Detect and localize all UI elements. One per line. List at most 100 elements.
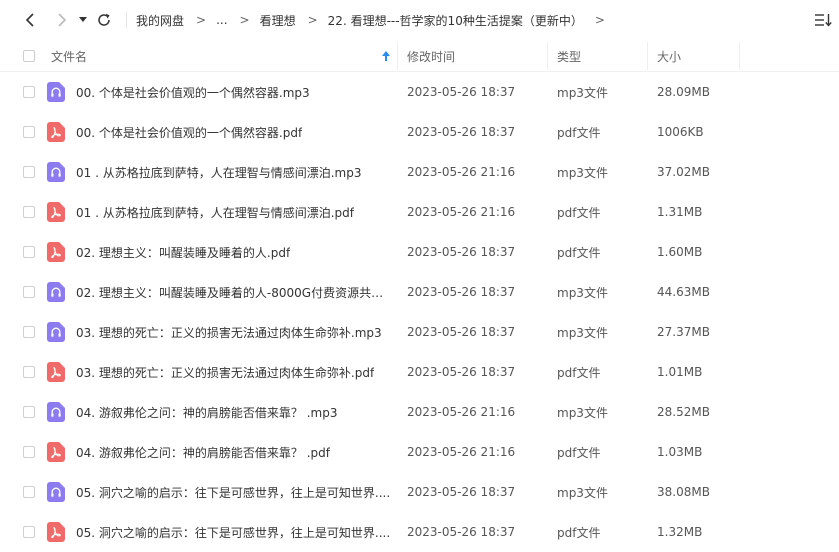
file-size: 1006KB	[657, 125, 704, 139]
refresh-button[interactable]	[94, 10, 114, 30]
file-type: pdf文件	[557, 365, 601, 380]
audio-file-icon	[47, 162, 65, 182]
file-row[interactable]: 01 . 从苏格拉底到萨特，人在理智与情感间漂泊.mp3 2023-05-26 …	[0, 152, 839, 192]
file-name[interactable]: 03. 理想的死亡：正义的损害无法通过肉体生命弥补.pdf	[76, 352, 394, 392]
file-row[interactable]: 01 . 从苏格拉底到萨特，人在理智与情感间漂泊.pdf 2023-05-26 …	[0, 192, 839, 232]
column-header-modified[interactable]: 修改时间	[407, 40, 455, 72]
pdf-file-icon	[47, 202, 65, 222]
file-row[interactable]: 02. 理想主义：叫醒装睡及睡着的人.pdf 2023-05-26 18:37 …	[0, 232, 839, 272]
arrow-up-icon	[382, 51, 390, 61]
breadcrumb-parent[interactable]: 看理想	[260, 12, 296, 29]
file-row[interactable]: 04. 游叙弗伦之问：神的肩膀能否借来靠？ .pdf 2023-05-26 21…	[0, 432, 839, 472]
file-name[interactable]: 03. 理想的死亡：正义的损害无法通过肉体生命弥补.mp3	[76, 312, 394, 352]
file-type: pdf文件	[557, 125, 601, 140]
select-all-checkbox[interactable]	[23, 50, 35, 62]
breadcrumb: 我的网盘 > ... > 看理想 > 22. 看理想---哲学家的10种生活提案…	[136, 11, 615, 29]
file-modified-time: 2023-05-26 18:37	[407, 245, 516, 259]
sort-ascending-indicator[interactable]	[382, 40, 390, 72]
row-checkbox[interactable]	[23, 206, 35, 218]
chevron-left-icon	[25, 13, 34, 27]
file-modified-time: 2023-05-26 21:16	[407, 405, 516, 419]
column-resize-handle[interactable]	[647, 42, 648, 70]
file-name[interactable]: 01 . 从苏格拉底到萨特，人在理智与情感间漂泊.pdf	[76, 192, 394, 232]
file-modified-time: 2023-05-26 18:37	[407, 125, 516, 139]
breadcrumb-current[interactable]: 22. 看理想---哲学家的10种生活提案（更新中）	[328, 12, 583, 29]
audio-file-icon	[47, 82, 65, 102]
file-row[interactable]: 05. 洞穴之喻的启示：往下是可感世界，往上是可知世界.... 2023-05-…	[0, 472, 839, 512]
pdf-file-icon	[47, 122, 65, 142]
file-modified-time: 2023-05-26 18:37	[407, 365, 516, 379]
pdf-file-icon	[47, 362, 65, 382]
file-row[interactable]: 02. 理想主义：叫醒装睡及睡着的人-8000G付费资源共享... 2023-0…	[0, 272, 839, 312]
file-name[interactable]: 01 . 从苏格拉底到萨特，人在理智与情感间漂泊.mp3	[76, 152, 394, 192]
breadcrumb-ellipsis[interactable]: ...	[216, 13, 227, 27]
column-resize-handle[interactable]	[547, 42, 548, 70]
file-size: 27.37MB	[657, 325, 710, 339]
file-name[interactable]: 00. 个体是社会价值观的一个偶然容器.mp3	[76, 72, 394, 112]
file-modified-time: 2023-05-26 21:16	[407, 445, 516, 459]
file-list-header: 文件名 修改时间 类型 大小	[0, 40, 839, 72]
row-checkbox[interactable]	[23, 166, 35, 178]
file-type: pdf文件	[557, 525, 601, 540]
file-row[interactable]: 03. 理想的死亡：正义的损害无法通过肉体生命弥补.pdf 2023-05-26…	[0, 352, 839, 392]
file-name[interactable]: 05. 洞穴之喻的启示：往下是可感世界，往上是可知世界....	[76, 512, 394, 552]
file-row[interactable]: 04. 游叙弗伦之问：神的肩膀能否借来靠？ .mp3 2023-05-26 21…	[0, 392, 839, 432]
row-checkbox[interactable]	[23, 446, 35, 458]
row-checkbox[interactable]	[23, 86, 35, 98]
file-name[interactable]: 02. 理想主义：叫醒装睡及睡着的人-8000G付费资源共享...	[76, 272, 394, 312]
file-type: mp3文件	[557, 485, 608, 500]
file-row[interactable]: 05. 洞穴之喻的启示：往下是可感世界，往上是可知世界.... 2023-05-…	[0, 512, 839, 552]
caret-down-icon	[79, 17, 87, 22]
pdf-file-icon	[47, 242, 65, 262]
file-type: mp3文件	[557, 325, 608, 340]
pdf-file-icon	[47, 442, 65, 462]
row-checkbox[interactable]	[23, 286, 35, 298]
row-checkbox[interactable]	[23, 126, 35, 138]
file-row[interactable]: 00. 个体是社会价值观的一个偶然容器.pdf 2023-05-26 18:37…	[0, 112, 839, 152]
audio-file-icon	[47, 482, 65, 502]
file-modified-time: 2023-05-26 18:37	[407, 325, 516, 339]
file-type: pdf文件	[557, 205, 601, 220]
file-size: 28.09MB	[657, 85, 710, 99]
row-checkbox[interactable]	[23, 246, 35, 258]
file-type: pdf文件	[557, 445, 601, 460]
file-name[interactable]: 04. 游叙弗伦之问：神的肩膀能否借来靠？ .pdf	[76, 432, 394, 472]
file-row[interactable]: 03. 理想的死亡：正义的损害无法通过肉体生命弥补.mp3 2023-05-26…	[0, 312, 839, 352]
file-name[interactable]: 02. 理想主义：叫醒装睡及睡着的人.pdf	[76, 232, 394, 272]
file-modified-time: 2023-05-26 21:16	[407, 205, 516, 219]
breadcrumb-expand-arrow[interactable]: >	[595, 13, 605, 27]
toolbar-divider	[126, 12, 127, 28]
file-type: mp3文件	[557, 165, 608, 180]
row-checkbox[interactable]	[23, 526, 35, 538]
file-size: 28.52MB	[657, 405, 710, 419]
column-header-name[interactable]: 文件名	[51, 40, 87, 72]
file-type: mp3文件	[557, 285, 608, 300]
back-button[interactable]	[20, 10, 40, 30]
chevron-right-icon	[58, 13, 67, 27]
row-checkbox[interactable]	[23, 486, 35, 498]
file-modified-time: 2023-05-26 21:16	[407, 165, 516, 179]
file-name[interactable]: 05. 洞穴之喻的启示：往下是可感世界，往上是可知世界....	[76, 472, 394, 512]
breadcrumb-separator: >	[196, 13, 207, 27]
file-size: 1.01MB	[657, 365, 703, 379]
file-size: 1.31MB	[657, 205, 703, 219]
file-row[interactable]: 00. 个体是社会价值观的一个偶然容器.mp3 2023-05-26 18:37…	[0, 72, 839, 112]
column-resize-handle[interactable]	[739, 42, 740, 70]
file-type: mp3文件	[557, 405, 608, 420]
history-dropdown-button[interactable]	[76, 10, 90, 30]
file-name[interactable]: 04. 游叙弗伦之问：神的肩膀能否借来靠？ .mp3	[76, 392, 394, 432]
file-name[interactable]: 00. 个体是社会价值观的一个偶然容器.pdf	[76, 112, 394, 152]
column-header-type[interactable]: 类型	[557, 40, 581, 72]
pdf-file-icon	[47, 522, 65, 542]
column-resize-handle[interactable]	[397, 42, 398, 70]
forward-button[interactable]	[52, 10, 72, 30]
row-checkbox[interactable]	[23, 326, 35, 338]
row-checkbox[interactable]	[23, 406, 35, 418]
breadcrumb-separator: >	[307, 13, 318, 27]
breadcrumb-root[interactable]: 我的网盘	[136, 12, 184, 29]
row-checkbox[interactable]	[23, 366, 35, 378]
sort-list-icon	[815, 14, 832, 27]
column-header-size[interactable]: 大小	[657, 40, 681, 72]
sort-menu-button[interactable]	[813, 11, 833, 29]
file-modified-time: 2023-05-26 18:37	[407, 525, 516, 539]
